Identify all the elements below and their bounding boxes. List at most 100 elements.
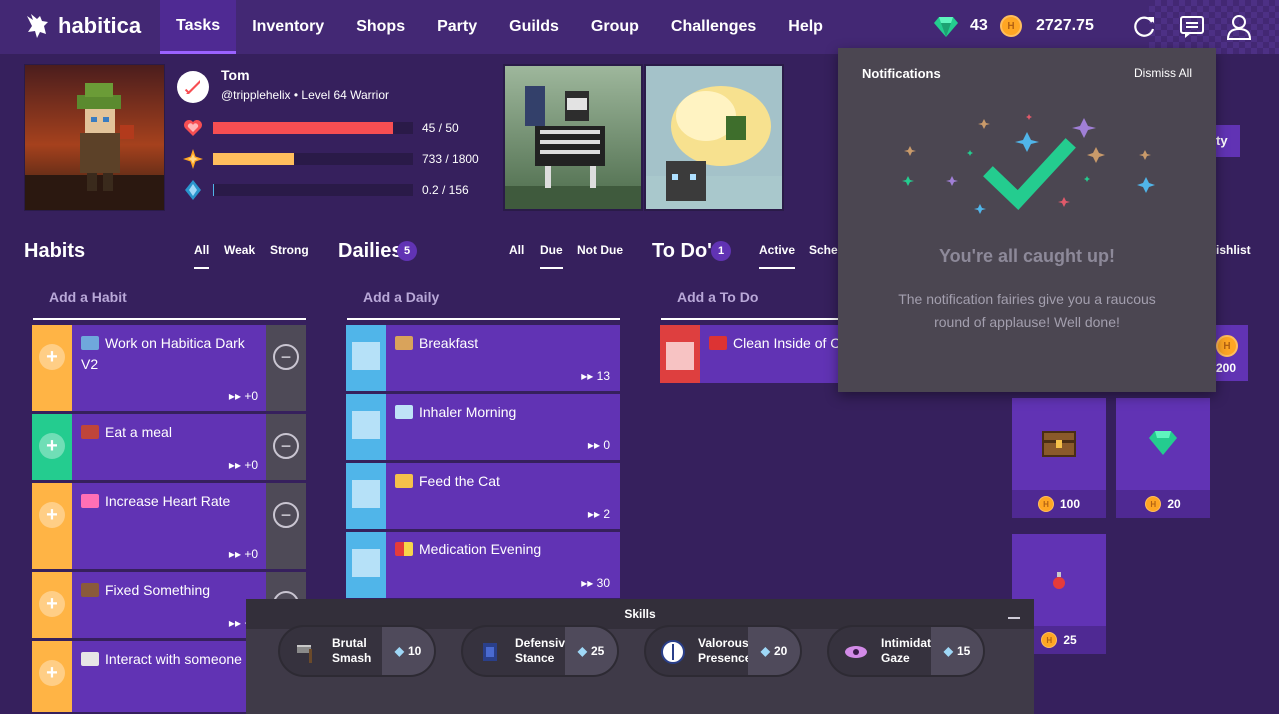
habit-plus-button[interactable]: + <box>32 414 72 480</box>
skills-title: Skills <box>624 607 656 621</box>
skill-name-line1: Brutal <box>332 636 367 650</box>
daily-checkbox-area[interactable] <box>346 394 386 460</box>
todos-filter-scheduled[interactable]: Sche <box>809 243 838 257</box>
dailies-filter-not-due[interactable]: Not Due <box>577 243 623 257</box>
habit-plus-button[interactable]: + <box>32 483 72 569</box>
daily-streak: ▸▸ 13 <box>581 369 610 383</box>
app-name: habitica <box>58 13 142 38</box>
nav-tasks[interactable]: Tasks <box>160 0 237 54</box>
skill-name-line1: Defensive <box>515 636 572 650</box>
gold-coin-icon: H <box>1000 15 1022 37</box>
pill-emoji-icon <box>395 542 413 556</box>
habit-item[interactable]: + Eat a meal ▸▸ +0 − <box>32 414 306 482</box>
habitica-logo[interactable]: habitica <box>24 12 141 40</box>
habits-filter-weak[interactable]: Weak <box>224 243 255 257</box>
skill-name-line2: Smash <box>332 651 372 665</box>
rewards-wishlist-tab-partial[interactable]: ishlist <box>1216 243 1251 257</box>
skill-cost: ◆ 10 <box>382 627 434 675</box>
mana-icon: ◆ <box>577 644 587 658</box>
plus-icon: + <box>39 502 65 528</box>
habits-filter-strong[interactable]: Strong <box>270 243 309 257</box>
daily-checkbox-area[interactable] <box>346 325 386 391</box>
gryphon-icon <box>27 14 48 38</box>
nav-help[interactable]: Help <box>772 0 839 54</box>
reward-card[interactable]: H 20 <box>1116 398 1210 518</box>
skill-valorous-presence[interactable]: Valorous Presence ◆ 20 <box>644 625 802 677</box>
nav-group[interactable]: Group <box>575 0 655 54</box>
health-label: 45 / 50 <box>422 121 459 135</box>
dailies-filter-due[interactable]: Due <box>540 243 563 269</box>
habit-plus-button[interactable]: + <box>32 641 72 712</box>
daily-item[interactable]: Feed the Cat ▸▸ 2 <box>346 463 620 531</box>
user-icon[interactable] <box>1226 14 1252 40</box>
car-emoji-icon <box>709 336 727 350</box>
sync-icon[interactable] <box>1131 14 1157 40</box>
mana-icon <box>185 180 201 200</box>
habit-minus-button[interactable]: − <box>266 325 306 411</box>
daily-text: Medication Evening <box>395 539 605 560</box>
habit-plus-button[interactable]: + <box>32 325 72 411</box>
reward-price: 20 <box>1167 497 1181 511</box>
daily-item[interactable]: Medication Evening ▸▸ 30 <box>346 532 620 600</box>
add-todo-input[interactable]: Add a To Do <box>661 280 839 320</box>
daily-checkbox-area[interactable] <box>346 463 386 529</box>
nav-guilds[interactable]: Guilds <box>493 0 575 54</box>
skill-cost-value: 10 <box>407 644 422 658</box>
skill-name: Brutal Smash <box>332 636 371 666</box>
pet-image <box>644 64 784 211</box>
habits-filter-all[interactable]: All <box>194 243 210 269</box>
todo-checkbox[interactable] <box>666 342 694 370</box>
user-handle: @tripplehelix • Level 64 Warrior <box>221 88 390 102</box>
skill-cost-value: 25 <box>590 644 605 658</box>
defensive-stance-icon <box>483 643 497 661</box>
reward-card[interactable]: H 100 <box>1012 398 1106 518</box>
level-class: Level 64 Warrior <box>301 88 390 102</box>
nav-shops[interactable]: Shops <box>340 0 421 54</box>
daily-checkbox[interactable] <box>352 549 380 577</box>
skill-intimidating-gaze[interactable]: Intimidating Gaze ◆ 15 <box>827 625 985 677</box>
skill-name: Valorous Presence <box>698 636 751 666</box>
all-caught-up-checkmark-icon <box>902 114 1155 214</box>
intimidating-gaze-icon <box>845 646 867 658</box>
daily-checkbox[interactable] <box>352 411 380 439</box>
daily-checkbox-area[interactable] <box>346 532 386 598</box>
gem-icon <box>1149 431 1177 455</box>
health-icon <box>184 120 202 136</box>
add-daily-input[interactable]: Add a Daily <box>347 280 620 320</box>
computer-emoji-icon <box>81 336 99 350</box>
daily-checkbox[interactable] <box>352 342 380 370</box>
notifications-icon[interactable] <box>1179 14 1205 40</box>
reward-card-partial[interactable]: H 200 <box>1216 325 1248 381</box>
nav-challenges[interactable]: Challenges <box>655 0 772 54</box>
todo-item[interactable]: Clean Inside of C <box>660 325 840 385</box>
skill-brutal-smash[interactable]: Brutal Smash ◆ 10 <box>278 625 436 677</box>
reward-price-bar: H 20 <box>1116 490 1210 518</box>
avatar[interactable] <box>24 64 165 211</box>
habit-plus-button[interactable]: + <box>32 572 72 638</box>
nav-inventory[interactable]: Inventory <box>236 0 340 54</box>
gold-coin-icon: H <box>1216 335 1238 357</box>
experience-label: 733 / 1800 <box>422 152 479 166</box>
minus-icon: − <box>273 502 299 528</box>
habit-item[interactable]: + Work on Habitica Dark V2 ▸▸ +0 − <box>32 325 306 413</box>
todos-filter-active[interactable]: Active <box>759 243 796 269</box>
todo-checkbox-area[interactable] <box>660 325 700 383</box>
dismiss-all-button[interactable]: Dismiss All <box>1134 66 1192 80</box>
nav-party[interactable]: Party <box>421 0 493 54</box>
dailies-filter-all[interactable]: All <box>509 243 524 257</box>
habit-text: Interact with someone <box>81 649 261 670</box>
daily-item[interactable]: Inhaler Morning ▸▸ 0 <box>346 394 620 462</box>
habit-minus-button[interactable]: − <box>266 483 306 569</box>
minimize-icon[interactable] <box>1008 607 1020 619</box>
reward-price: 200 <box>1216 361 1237 375</box>
skill-defensive-stance[interactable]: Defensive Stance ◆ 25 <box>461 625 619 677</box>
habit-title: Increase Heart Rate <box>105 493 231 509</box>
daily-checkbox[interactable] <box>352 480 380 508</box>
daily-streak: ▸▸ 30 <box>581 576 610 590</box>
habit-item[interactable]: + Increase Heart Rate ▸▸ +0 − <box>32 483 306 571</box>
add-habit-input[interactable]: Add a Habit <box>33 280 306 320</box>
mana-icon: ◆ <box>394 644 404 658</box>
rewards-button-partial[interactable]: ty <box>1216 125 1240 157</box>
daily-item[interactable]: Breakfast ▸▸ 13 <box>346 325 620 393</box>
habit-minus-button[interactable]: − <box>266 414 306 480</box>
